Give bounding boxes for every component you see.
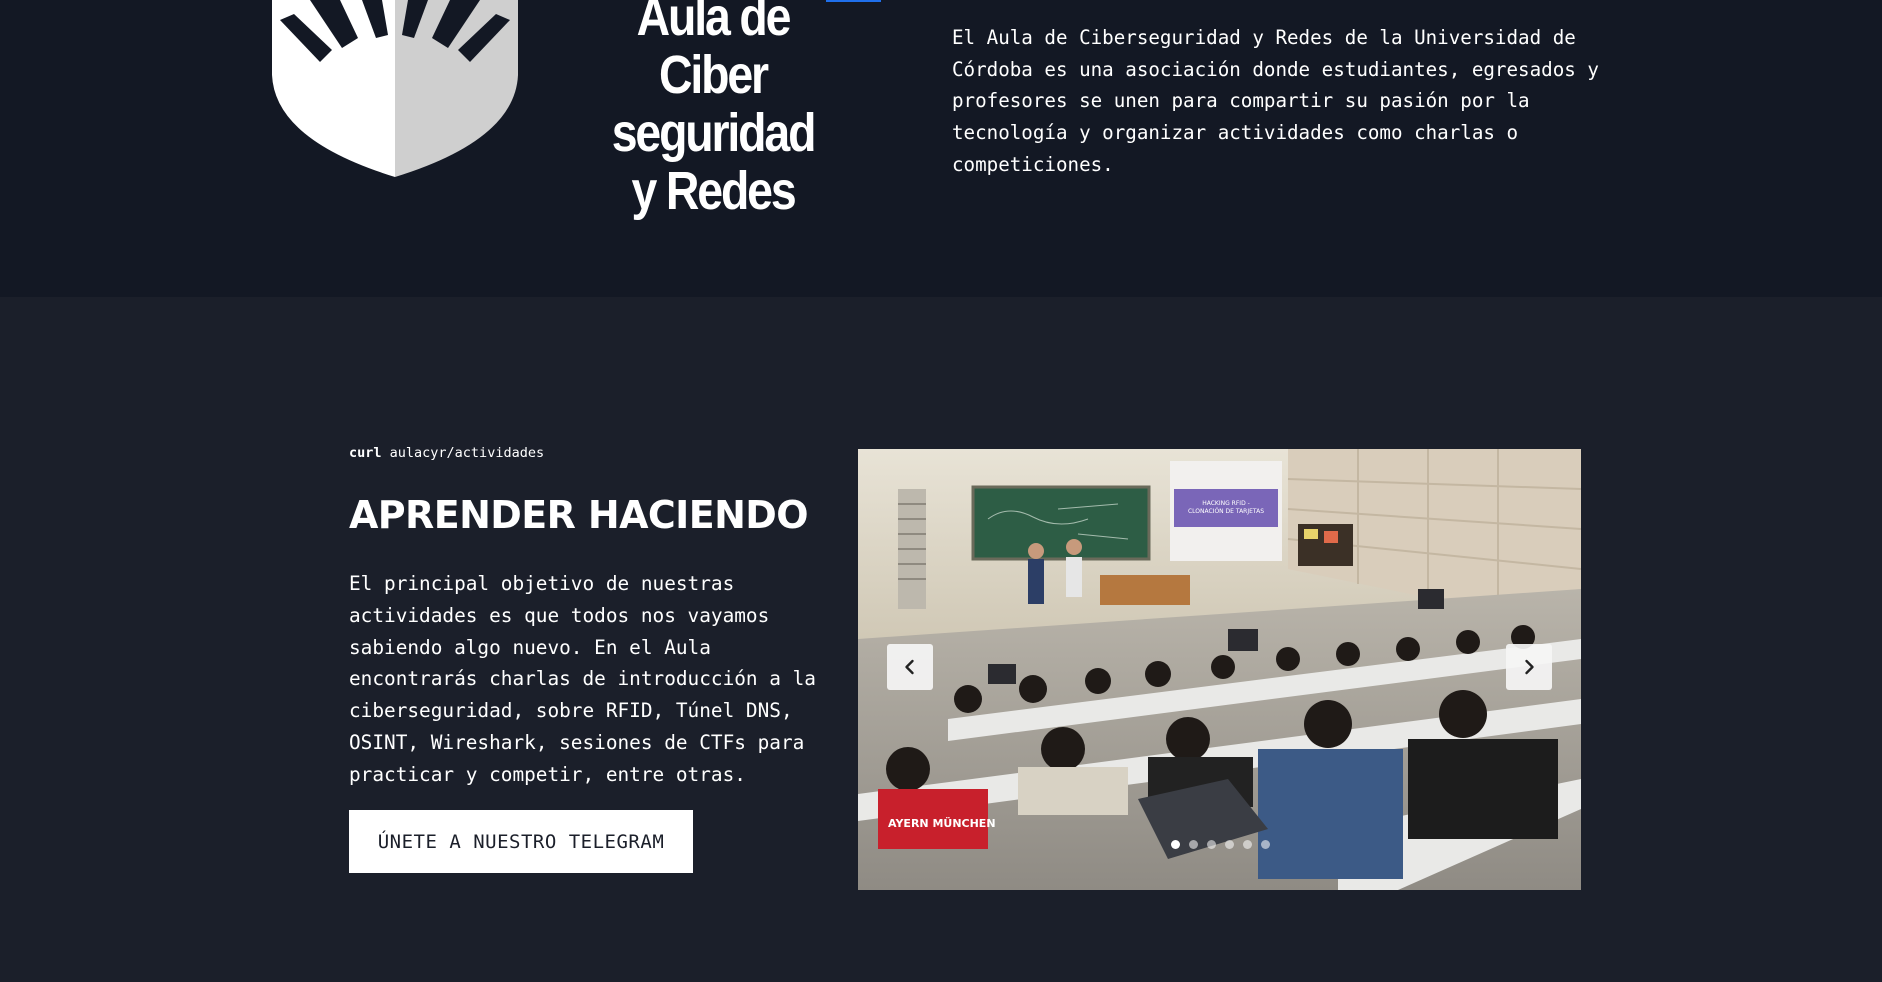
section-command: curl aulacyr/actividades (349, 445, 544, 461)
lecture-hall-photo: HACKING RFID - CLONACIÓN DE TARJETAS AYE… (858, 449, 1581, 890)
section-body: El principal objetivo de nuestras activi… (349, 572, 816, 786)
hero-description: El Aula de Ciberseguridad y Redes de la … (952, 26, 1599, 176)
carousel-dot[interactable] (1261, 840, 1270, 849)
section-title: APRENDER HACIENDO (349, 493, 809, 537)
chevron-right-icon (1525, 659, 1534, 675)
photo-banner-text: HACKING RFID - (1202, 500, 1250, 507)
carousel-dot[interactable] (1243, 840, 1252, 849)
shield-logo-icon (272, 0, 518, 177)
join-telegram-button[interactable]: ÚNETE A NUESTRO TELEGRAM (349, 810, 693, 873)
svg-text:CLONACIÓN DE TARJETAS: CLONACIÓN DE TARJETAS (1188, 508, 1264, 515)
carousel-dot[interactable] (1189, 840, 1198, 849)
carousel-dot[interactable] (1225, 840, 1234, 849)
carousel-dot[interactable] (1207, 840, 1216, 849)
command-argument: aulacyr/actividades (389, 445, 545, 461)
carousel-indicators (1171, 840, 1270, 849)
photo-shirt-text: AYERN MÜNCHEN (888, 816, 996, 830)
logo-line-1: Aula de (636, 0, 792, 47)
logo-wordmark: Aula de Ciber seguridad y Redes (571, 0, 855, 220)
carousel-dot[interactable] (1171, 840, 1180, 849)
logo-line-2: Ciber seguridad (611, 45, 817, 163)
logo-line-3: y Redes (631, 161, 796, 221)
activities-carousel[interactable]: HACKING RFID - CLONACIÓN DE TARJETAS AYE… (858, 449, 1581, 890)
chevron-left-icon (905, 659, 914, 675)
activities-section: curl aulacyr/actividades APRENDER HACIEN… (0, 297, 1882, 982)
carousel-next-button[interactable] (1506, 644, 1552, 690)
command-keyword: curl (349, 445, 382, 461)
carousel-prev-button[interactable] (887, 644, 933, 690)
hero-section: Aula de Ciber seguridad y Redes El Aula … (0, 0, 1882, 297)
